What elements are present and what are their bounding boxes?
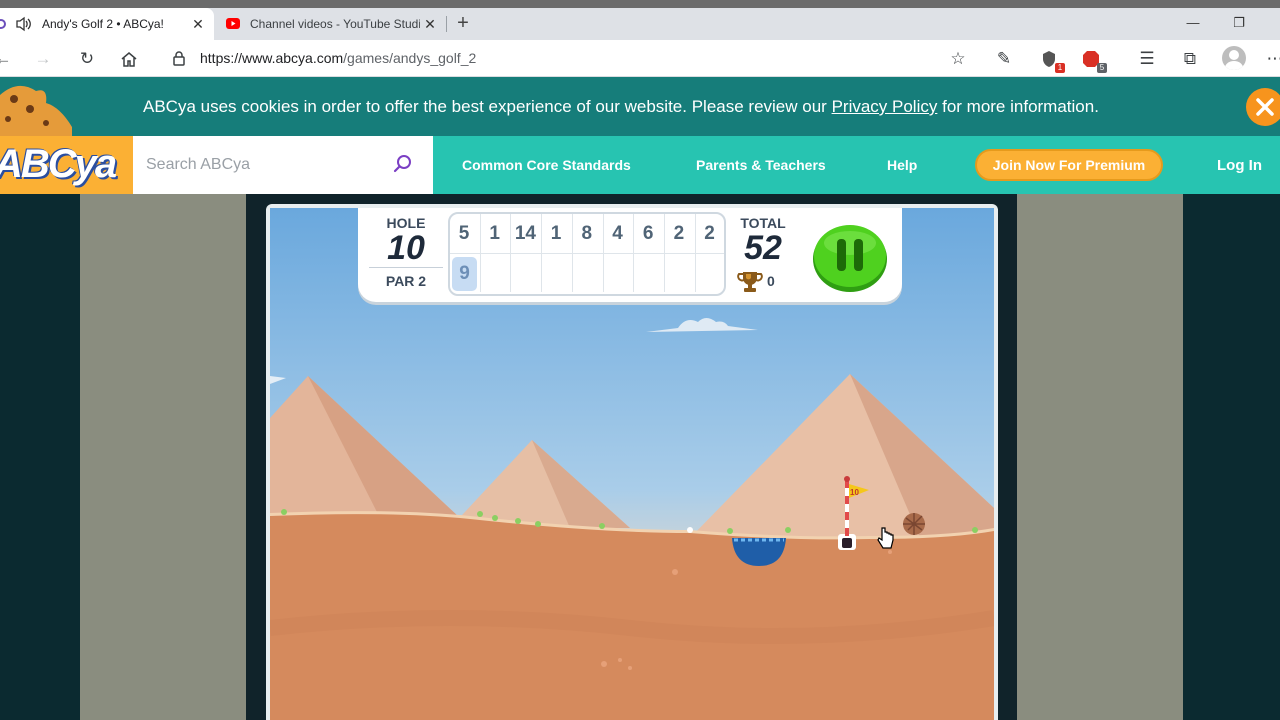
score-cell: 1 (489, 223, 500, 244)
favorite-star-icon[interactable]: ☆ (945, 46, 971, 72)
search-icon[interactable] (393, 154, 413, 174)
score-cell: 6 (642, 223, 654, 244)
pause-button[interactable] (808, 219, 892, 297)
score-cell: 14 (514, 223, 536, 244)
score-cell (695, 254, 725, 294)
extension-badge: 1 (1055, 63, 1065, 73)
score-cell: 2 (673, 223, 685, 244)
collections-icon[interactable]: ⧉ (1177, 46, 1203, 72)
screen: Andy's Golf 2 • ABCya! ✕ Channel videos … (0, 0, 1280, 720)
score-cell (633, 254, 663, 294)
read-aloud-icon[interactable]: ✎ (991, 46, 1017, 72)
home-icon[interactable] (116, 46, 142, 72)
hole-divider (369, 267, 443, 268)
url-path: /games/andys_golf_2 (343, 50, 477, 66)
minimize-icon[interactable]: — (1170, 10, 1216, 36)
tab-bar: Andy's Golf 2 • ABCya! ✕ Channel videos … (0, 8, 1280, 40)
login-link[interactable]: Log In (1217, 157, 1262, 174)
adblock-extension-icon[interactable]: 5 (1078, 46, 1107, 73)
cookie-mascot-icon (0, 81, 80, 136)
tab-title: Channel videos - YouTube Studio (250, 17, 420, 31)
reload-icon[interactable]: ↻ (74, 46, 100, 72)
flag-number: 10 (850, 488, 859, 497)
tab-favicon-icon (0, 17, 7, 31)
nav-link-common-core[interactable]: Common Core Standards (462, 157, 631, 173)
trophy-count: 0 (767, 273, 775, 289)
cookie-close-button[interactable] (1246, 88, 1280, 126)
privacy-policy-link[interactable]: Privacy Policy (832, 97, 938, 116)
tab-title: Andy's Golf 2 • ABCya! (42, 17, 164, 31)
score-cell: 8 (581, 223, 593, 244)
score-cell: 1 (550, 223, 562, 244)
score-cell (541, 254, 571, 294)
score-cell: 2 (704, 223, 715, 244)
flag-top (844, 476, 850, 482)
os-title-strip (0, 0, 1280, 8)
hole-number: 10 (387, 229, 425, 267)
tab-separator (446, 16, 447, 32)
profile-avatar[interactable] (1222, 46, 1246, 70)
search-input[interactable]: Search ABCya (133, 136, 433, 194)
page-background-left (0, 194, 80, 720)
trophy-icon (737, 270, 763, 294)
score-cell: 5 (458, 223, 470, 244)
youtube-icon (226, 18, 240, 29)
total-score: 52 (744, 229, 782, 267)
score-cell (572, 254, 602, 294)
url-text: https://www.abcya.com/games/andys_golf_2 (200, 50, 476, 66)
logo-text: ABCya (0, 142, 117, 186)
join-premium-button[interactable]: Join Now For Premium (975, 149, 1163, 181)
new-tab-icon[interactable]: + (452, 12, 474, 34)
score-cell (664, 254, 694, 294)
cup-hole (842, 538, 852, 548)
cookie-banner: ABCya uses cookies in order to offer the… (0, 77, 1280, 136)
restore-icon[interactable]: ❐ (1216, 10, 1262, 36)
cookie-text-before: ABCya uses cookies in order to offer the… (143, 97, 832, 116)
score-cell (510, 254, 540, 294)
score-cell: 4 (612, 223, 623, 244)
par-label: PAR 2 (385, 273, 427, 289)
favorites-icon[interactable]: ☰ (1134, 46, 1160, 72)
current-hole-score-cell: 9 (452, 257, 477, 291)
url-domain: https://www.abcya.com (200, 50, 344, 66)
search-placeholder: Search ABCya (146, 156, 251, 173)
score-cell (480, 254, 510, 294)
nav-link-parents-teachers[interactable]: Parents & Teachers (696, 157, 826, 173)
score-cell (603, 254, 633, 294)
more-menu-icon[interactable]: ⋯ (1262, 46, 1280, 72)
back-icon[interactable]: ← (0, 46, 16, 72)
cookie-message: ABCya uses cookies in order to offer the… (143, 97, 1099, 117)
golf-ball (687, 527, 693, 533)
abcya-logo[interactable]: ABCya (0, 136, 133, 194)
cookie-text-after: for more information. (937, 97, 1099, 116)
address-bar[interactable]: https://www.abcya.com/games/andys_golf_2 (158, 44, 980, 73)
page-background-right (1183, 194, 1280, 720)
tab-close-icon[interactable]: ✕ (190, 16, 206, 32)
tab-close-icon[interactable]: ✕ (422, 16, 438, 32)
speaker-icon[interactable] (15, 16, 33, 32)
tab-youtube-studio[interactable]: Channel videos - YouTube Studio ✕ (214, 8, 446, 40)
tumbleweed (903, 513, 925, 535)
tab-andys-golf[interactable]: Andy's Golf 2 • ABCya! ✕ (0, 8, 214, 40)
forward-icon[interactable]: → (30, 46, 56, 72)
browser-toolbar: ← → ↻ https://www.abcya.com/games/andys_… (0, 40, 1280, 77)
extension-badge: 5 (1097, 63, 1107, 73)
side-panel-right (1017, 194, 1183, 720)
shield-extension-icon[interactable]: 1 (1036, 46, 1065, 73)
close-icon (1256, 98, 1274, 116)
nav-link-help[interactable]: Help (887, 157, 917, 173)
lock-icon[interactable] (170, 49, 188, 67)
side-panel-left (80, 194, 246, 720)
